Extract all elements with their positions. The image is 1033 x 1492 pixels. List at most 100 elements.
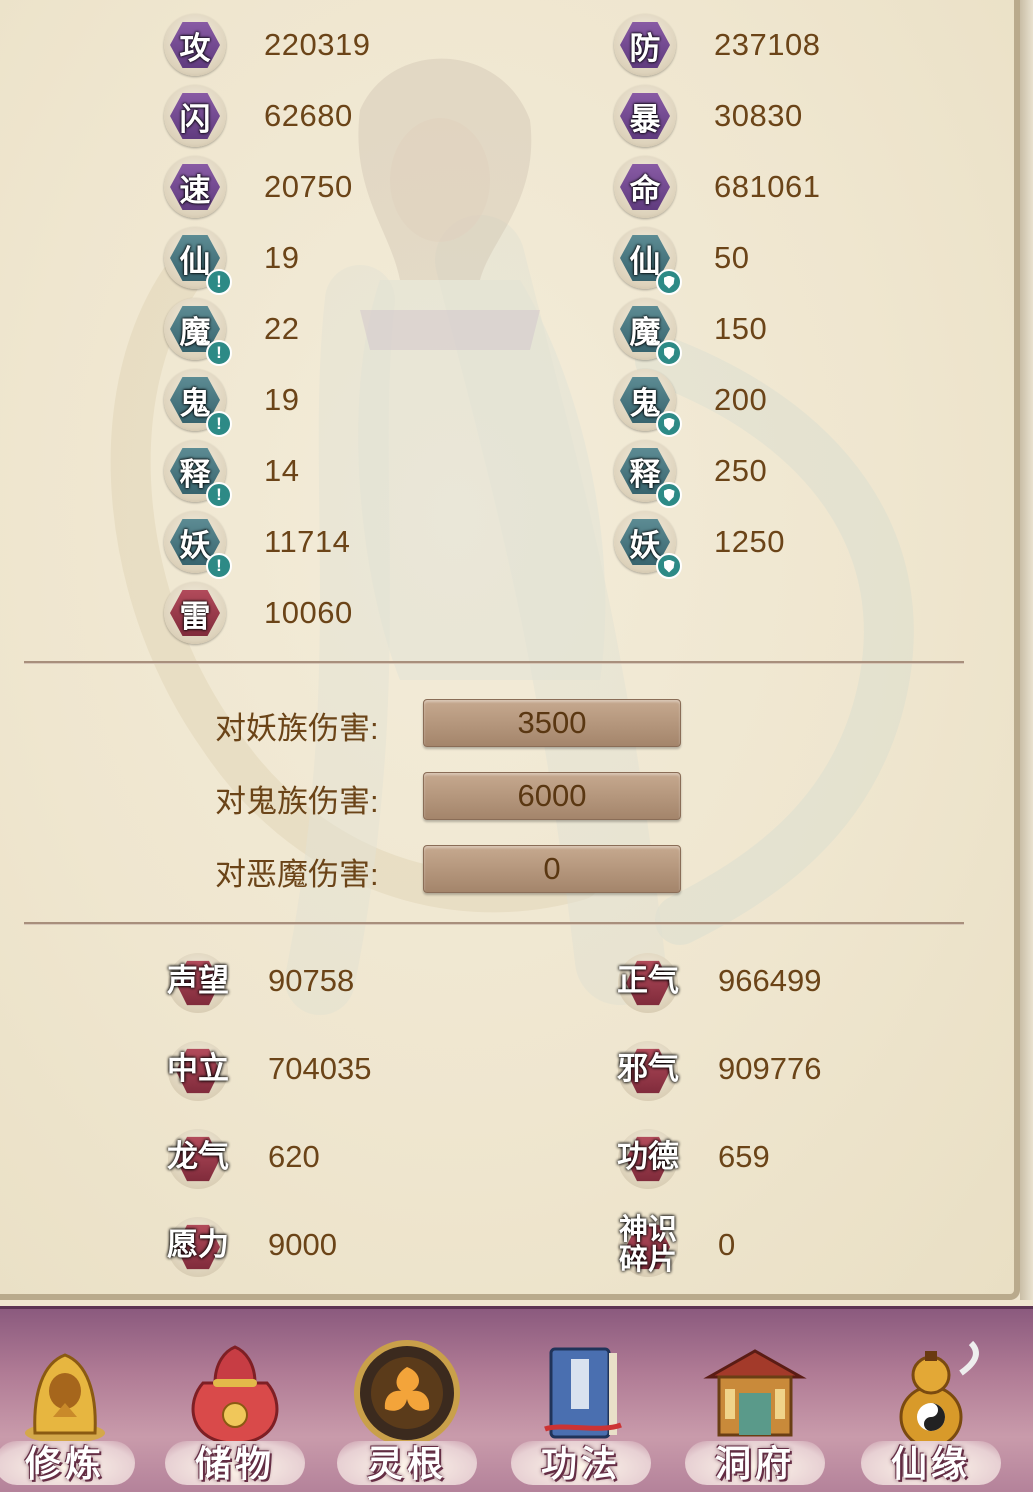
- alert-icon: !: [206, 553, 232, 579]
- nav-label: 洞府: [714, 1443, 795, 1485]
- resource-value: 966499: [718, 963, 822, 998]
- resource-value: 0: [718, 1227, 736, 1262]
- resource-badge: 正气: [614, 949, 682, 1013]
- nav-hooded-monk[interactable]: 修炼: [0, 1309, 140, 1492]
- nav-label: 功法: [540, 1443, 621, 1485]
- stat-value: 11714: [264, 524, 351, 559]
- stat-row: 暴 30830: [614, 85, 803, 147]
- stat-icon-label: 速: [170, 164, 220, 210]
- nav-label: 储物: [194, 1443, 275, 1485]
- stat-value: 681061: [714, 169, 821, 204]
- shield-icon: [656, 269, 682, 295]
- stat-icon-label: 攻: [170, 22, 220, 68]
- resource-value: 90758: [268, 963, 355, 998]
- damage-label: 对鬼族伤害:: [215, 784, 379, 819]
- damage-value-box: 6000: [423, 772, 681, 820]
- resource-label: 龙气: [167, 1138, 229, 1174]
- resource-badge: 龙气: [164, 1125, 232, 1189]
- nav-label: 灵根: [366, 1443, 447, 1485]
- panel-side-border: [1020, 0, 1033, 1300]
- stat-icon: 暴: [614, 85, 676, 147]
- stat-row: 鬼! 19: [164, 369, 300, 437]
- stat-row: 雷 10060: [164, 582, 353, 644]
- resource-badge: 神识碎片: [614, 1213, 682, 1277]
- stat-icon: 释: [614, 440, 682, 508]
- stat-icon-label: 暴: [620, 93, 670, 139]
- section-divider: [24, 922, 964, 925]
- resource-value: 704035: [268, 1051, 372, 1086]
- stat-icon-label: 命: [620, 164, 670, 210]
- stat-row: 闪 62680: [164, 85, 353, 147]
- stat-icon: 防: [614, 14, 676, 76]
- resource-label: 正气: [617, 962, 679, 998]
- stat-icon: 闪: [164, 85, 226, 147]
- resource-row: 神识碎片 0: [614, 1213, 735, 1277]
- resource-label: 中立: [167, 1050, 229, 1086]
- shield-icon: [656, 482, 682, 508]
- damage-value-box: 3500: [423, 699, 681, 747]
- resource-badge: 邪气: [614, 1037, 682, 1101]
- nav-label: 修炼: [24, 1443, 105, 1485]
- resource-badge: 愿力: [164, 1213, 232, 1277]
- stat-icon: 雷: [164, 582, 226, 644]
- alert-icon: !: [206, 340, 232, 366]
- stat-row: 防 237108: [614, 14, 820, 76]
- stat-icon: 鬼: [614, 369, 682, 437]
- stat-icon: 速: [164, 156, 226, 218]
- stat-value: 237108: [714, 27, 821, 62]
- nav-gourd[interactable]: 仙缘: [856, 1309, 1006, 1492]
- resource-label: 邪气: [617, 1050, 679, 1086]
- stat-row: 释 250: [614, 440, 767, 508]
- stat-icon: 攻: [164, 14, 226, 76]
- stat-icon-label: 闪: [170, 93, 220, 139]
- stat-row: 魔 150: [614, 298, 767, 366]
- resource-value: 909776: [718, 1051, 822, 1086]
- stat-icon: 鬼!: [164, 369, 232, 437]
- nav-spirit-root-orb[interactable]: 灵根: [332, 1309, 482, 1492]
- attribute-panel: 攻 220319 闪 62680 速 20750 仙! 19 魔! 22 鬼! 19 释! 14 妖! 117…: [0, 0, 1020, 1300]
- stat-icon: 魔!: [164, 298, 232, 366]
- stat-icon: 仙: [614, 227, 682, 295]
- resource-value: 620: [268, 1139, 320, 1174]
- resource-label: 愿力: [167, 1226, 229, 1262]
- stat-icon-label: 防: [620, 22, 670, 68]
- resource-value: 9000: [268, 1227, 337, 1262]
- shield-icon: [656, 411, 682, 437]
- resource-row: 中立 704035: [164, 1037, 371, 1101]
- stat-value: 22: [264, 311, 300, 346]
- stat-value: 14: [264, 453, 300, 488]
- stat-value: 1250: [714, 524, 785, 559]
- resource-row: 声望 90758: [164, 949, 354, 1013]
- stat-row: 攻 220319: [164, 14, 370, 76]
- stat-row: 仙! 19: [164, 227, 299, 295]
- stat-row: 仙 50: [614, 227, 750, 295]
- resource-label: 功德: [617, 1138, 679, 1174]
- nav-scripture-book[interactable]: 功法: [506, 1309, 656, 1492]
- nav-treasure-bag[interactable]: 储物: [160, 1309, 310, 1492]
- damage-value-box: 0: [423, 845, 681, 893]
- bottom-nav-bar: 修炼 储物 灵根 功法 洞府 仙缘: [0, 1306, 1033, 1492]
- stat-value: 10060: [264, 595, 353, 630]
- stat-value: 19: [264, 382, 300, 417]
- resource-badge: 声望: [164, 949, 232, 1013]
- damage-label: 对恶魔伤害:: [215, 857, 379, 892]
- nav-cave-mansion[interactable]: 洞府: [680, 1309, 830, 1492]
- stat-value: 50: [714, 240, 750, 275]
- stat-row: 鬼 200: [614, 369, 768, 437]
- resource-value: 659: [718, 1139, 770, 1174]
- stat-row: 妖! 11714: [164, 511, 351, 579]
- stat-value: 220319: [264, 27, 371, 62]
- stat-icon: 命: [614, 156, 676, 218]
- resource-badge: 中立: [164, 1037, 232, 1101]
- stat-value: 200: [714, 382, 768, 417]
- stat-icon: 仙!: [164, 227, 232, 295]
- resource-row: 邪气 909776: [614, 1037, 821, 1101]
- shield-icon: [656, 553, 682, 579]
- section-divider: [24, 661, 964, 664]
- stat-icon: 妖!: [164, 511, 232, 579]
- resource-row: 正气 966499: [614, 949, 821, 1013]
- stat-icon: 妖: [614, 511, 682, 579]
- stat-value: 62680: [264, 98, 353, 133]
- shield-icon: [656, 340, 682, 366]
- resource-row: 愿力 9000: [164, 1213, 337, 1277]
